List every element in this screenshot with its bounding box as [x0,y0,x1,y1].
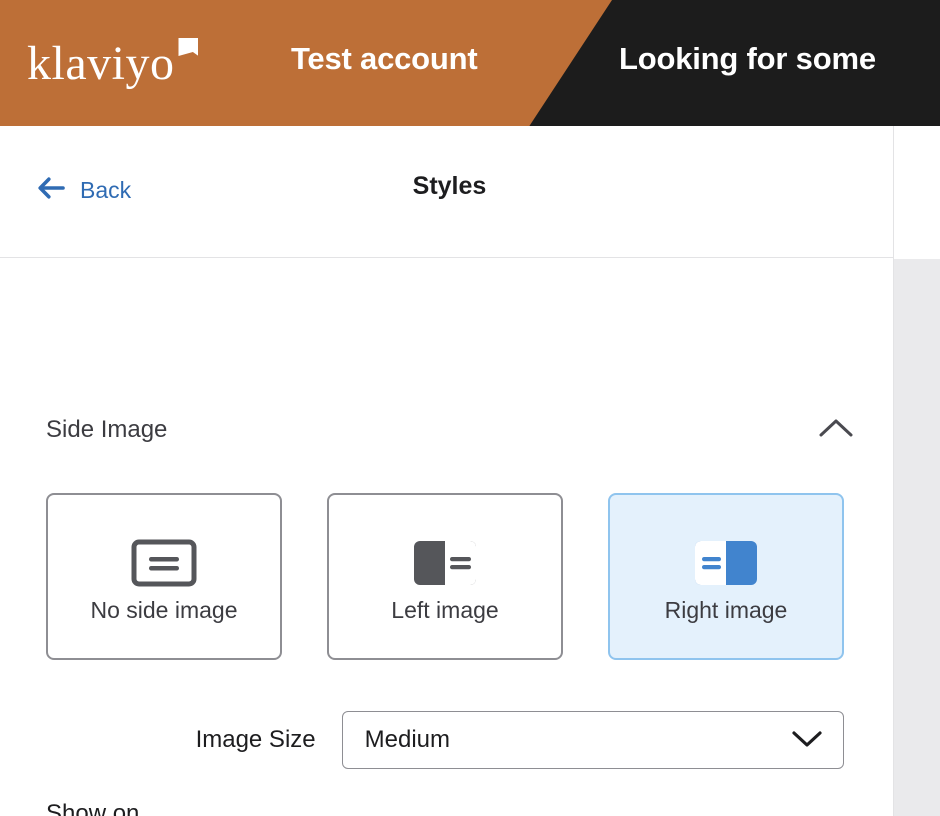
side-image-options: No side image Left image Right image [46,493,844,660]
image-size-row: Image Size Medium [46,711,844,769]
option-label: Right image [664,596,788,623]
right-image-icon [693,532,759,594]
image-size-value: Medium [364,726,450,753]
option-card-left-image[interactable]: Left image [327,493,563,660]
show-on-label: Show on [46,800,140,816]
canvas-background-strip [894,259,940,816]
klaviyo-wordmark: klaviyo [27,37,175,90]
chevron-up-icon[interactable] [816,415,856,446]
side-image-section-header[interactable]: Side Image [0,385,894,475]
option-label: Left image [391,596,499,623]
option-card-right-image[interactable]: Right image [608,493,844,660]
image-size-select[interactable]: Medium [341,711,844,769]
image-size-label: Image Size [195,726,316,753]
left-image-icon [412,532,478,594]
panel-header: Back Styles [0,126,893,258]
styles-panel: Back Styles Side Image No side image Lef… [0,126,894,816]
option-card-no-side-image[interactable]: No side image [46,493,282,660]
promo-banner-text: Looking for some [619,41,876,76]
account-name-label: Test account [291,41,478,76]
page-title: Styles [412,172,487,200]
no-side-image-icon [131,532,197,594]
option-label: No side image [90,596,238,623]
klaviyo-logo[interactable]: klaviyo [27,36,199,92]
chevron-down-icon [789,726,825,755]
app-screen: klaviyo Test account Looking for some Ba… [0,0,940,816]
top-banner: klaviyo Test account Looking for some [0,0,940,126]
section-title: Side Image [46,416,168,443]
